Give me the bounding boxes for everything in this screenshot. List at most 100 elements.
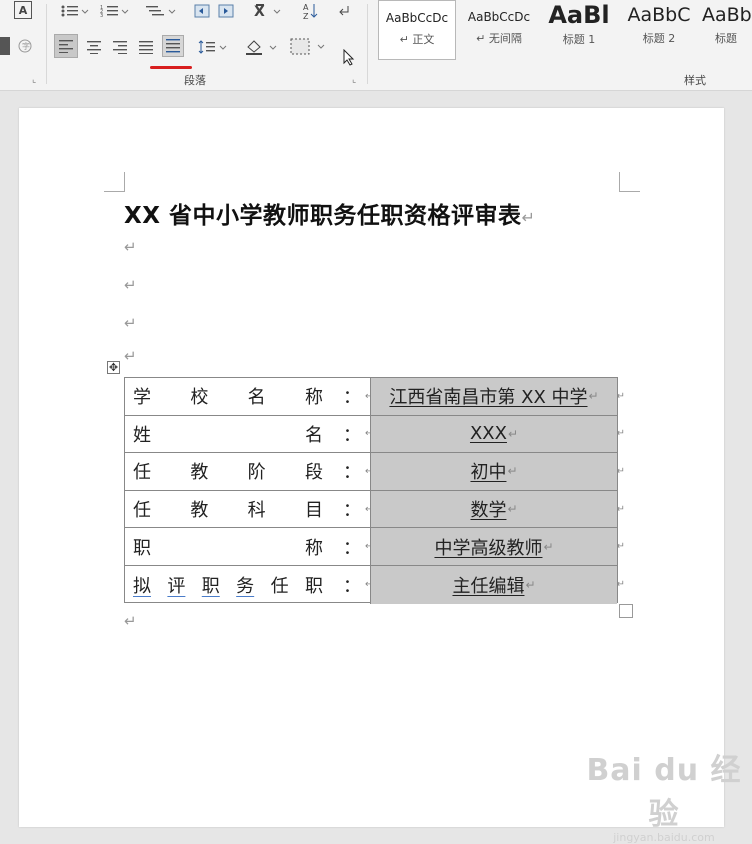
field-label: 任教科目 bbox=[133, 496, 323, 522]
character-border-icon: A bbox=[18, 3, 28, 17]
numbering-button[interactable]: 123 bbox=[98, 2, 132, 20]
svg-text:字: 字 bbox=[22, 41, 30, 51]
label-char: 姓 bbox=[133, 424, 151, 446]
phonetic-button[interactable]: 字 bbox=[16, 37, 34, 55]
table-row: 学 校 名 称 ： ↵ 江西省南昌市第 XX 中学 ↵ ↵ bbox=[125, 378, 625, 416]
cell-end-mark: ↵ bbox=[588, 389, 599, 404]
label-char: 名 bbox=[305, 424, 323, 446]
paragraph-mark: ↵ bbox=[124, 314, 137, 332]
style-heading-1[interactable]: AaBl 标题 1 bbox=[540, 0, 618, 60]
label-cell[interactable]: 姓名： ↵ bbox=[125, 415, 373, 453]
cell-end-mark: ↵ bbox=[507, 464, 518, 479]
row-end-mark: ↵ bbox=[616, 503, 625, 515]
value-cell[interactable]: 初中 ↵ bbox=[371, 453, 617, 490]
bullets-button[interactable] bbox=[58, 2, 92, 20]
value-cell[interactable]: XXX ↵ bbox=[371, 415, 617, 453]
label-char: 职 bbox=[304, 575, 323, 597]
style-heading-2[interactable]: AaBbC 标题 2 bbox=[620, 0, 698, 60]
label-cell[interactable]: 任教阶段： ↵ bbox=[125, 453, 373, 490]
justify-icon bbox=[139, 41, 153, 54]
label-cell[interactable]: 职称： ↵ bbox=[125, 528, 373, 565]
field-value: 初中 bbox=[470, 462, 507, 484]
arrow-cursor-icon bbox=[343, 49, 355, 66]
row-end-mark: ↵ bbox=[616, 579, 625, 591]
label-colon: ： bbox=[343, 500, 361, 522]
field-label: 职称 bbox=[133, 534, 323, 560]
paragraph-mark: ↵ bbox=[124, 276, 137, 294]
styles-gallery: AaBbCcDc ↵ 正文 AaBbCcDc ↵ 无间隔 AaBl 标题 1 A… bbox=[376, 0, 752, 64]
svg-text:A: A bbox=[303, 3, 309, 12]
label-char: 称 bbox=[304, 387, 323, 409]
decrease-indent-icon bbox=[194, 4, 210, 18]
label-cell[interactable]: 学校名称： ↵ bbox=[125, 378, 373, 415]
paragraph-mark: ↵ bbox=[124, 347, 137, 365]
field-value: 中学高级教师 bbox=[434, 537, 543, 559]
align-center-button[interactable] bbox=[84, 37, 104, 57]
bullet-list-icon bbox=[61, 5, 89, 17]
label-char: 职 bbox=[201, 575, 220, 597]
crop-mark-top-left bbox=[104, 172, 125, 192]
value-cell[interactable]: 数学 ↵ bbox=[371, 490, 617, 528]
label-char: 学 bbox=[133, 387, 151, 409]
value-cell[interactable]: 江西省南昌市第 XX 中学 ↵ bbox=[371, 378, 617, 415]
field-value: 数学 bbox=[470, 500, 507, 522]
field-label: 学校名称 bbox=[133, 383, 323, 409]
line-spacing-button[interactable] bbox=[196, 37, 230, 57]
info-table[interactable]: 学校名称： ↵ 江西省南昌市第 XX 中学 ↵ ↵ 姓名： ↵ XXX ↵ ↵ 任教阶段： ↵ 初中 ↵ ↵… bbox=[124, 377, 625, 604]
justify-button[interactable] bbox=[136, 37, 156, 57]
multilevel-list-button[interactable] bbox=[142, 2, 180, 20]
style-title[interactable]: AaBb 标题 bbox=[700, 0, 752, 60]
table-row: 任 教 阶 段 ： ↵ 初中 ↵ ↵ bbox=[125, 453, 625, 491]
label-char: 阶 bbox=[247, 462, 266, 484]
document-title[interactable]: XX 省中小学教师职务任职资格评审表↵ bbox=[124, 196, 535, 230]
shading-button[interactable] bbox=[242, 37, 282, 57]
sort-button[interactable]: AZ bbox=[300, 1, 320, 21]
increase-indent-button[interactable] bbox=[216, 1, 236, 21]
table-move-handle[interactable]: ✥ bbox=[107, 361, 120, 374]
style-sample: AaBb bbox=[702, 4, 752, 26]
svg-text:Z: Z bbox=[303, 12, 309, 20]
label-char: 务 bbox=[236, 575, 255, 597]
paragraph-mark-icon bbox=[339, 6, 349, 16]
document-title-text: XX 省中小学教师职务任职资格评审表 bbox=[124, 203, 522, 229]
increase-indent-icon bbox=[218, 4, 234, 18]
row-end-mark: ↵ bbox=[616, 541, 625, 553]
show-hide-marks-button[interactable] bbox=[334, 1, 354, 21]
style-sample: AaBbCcDc bbox=[467, 10, 531, 24]
label-cell[interactable]: 任教科目： ↵ bbox=[125, 490, 373, 528]
paragraph-mark: ↵ bbox=[124, 238, 137, 256]
align-right-icon bbox=[113, 41, 127, 54]
group-divider bbox=[46, 4, 47, 84]
distributed-align-icon bbox=[166, 39, 180, 53]
align-left-icon bbox=[59, 40, 73, 53]
paragraph-group-label: 段落 bbox=[184, 74, 206, 87]
font-dialog-launcher[interactable]: ⌞ bbox=[32, 75, 36, 85]
field-value: 主任编辑 bbox=[452, 575, 525, 597]
align-left-button[interactable] bbox=[54, 34, 78, 58]
decrease-indent-button[interactable] bbox=[192, 1, 212, 21]
label-char: 名 bbox=[247, 387, 266, 409]
numbered-list-icon: 123 bbox=[100, 5, 129, 18]
table-resize-handle[interactable] bbox=[619, 604, 633, 618]
label-colon: ： bbox=[343, 537, 361, 559]
style-name: 标题 2 bbox=[642, 32, 676, 45]
table-row: 职称： ↵ 中学高级教师 ↵ ↵ bbox=[125, 528, 625, 566]
value-cell[interactable]: 中学高级教师 ↵ bbox=[371, 528, 617, 565]
style-name: 标题 bbox=[715, 32, 737, 45]
style-normal[interactable]: AaBbCcDc ↵ 正文 bbox=[378, 0, 456, 60]
left-edge-tool[interactable] bbox=[0, 37, 10, 55]
chinese-layout-button[interactable]: X bbox=[250, 1, 286, 21]
value-cell[interactable]: 主任编辑 ↵ bbox=[371, 566, 617, 604]
label-char: 校 bbox=[190, 387, 209, 409]
borders-button[interactable] bbox=[288, 36, 330, 58]
distributed-align-button[interactable] bbox=[162, 35, 184, 57]
group-divider bbox=[367, 4, 368, 84]
cell-end-mark: ↵ bbox=[507, 426, 519, 441]
crop-mark-top-right bbox=[619, 172, 640, 192]
style-no-spacing[interactable]: AaBbCcDc ↵ 无间隔 bbox=[460, 0, 538, 60]
align-right-button[interactable] bbox=[110, 37, 130, 57]
paragraph-dialog-launcher[interactable]: ⌞ bbox=[352, 75, 356, 85]
label-colon: ： bbox=[343, 387, 361, 409]
character-border-button[interactable]: A bbox=[14, 1, 32, 19]
label-cell[interactable]: 拟评职务任职： ↵ bbox=[125, 566, 373, 604]
